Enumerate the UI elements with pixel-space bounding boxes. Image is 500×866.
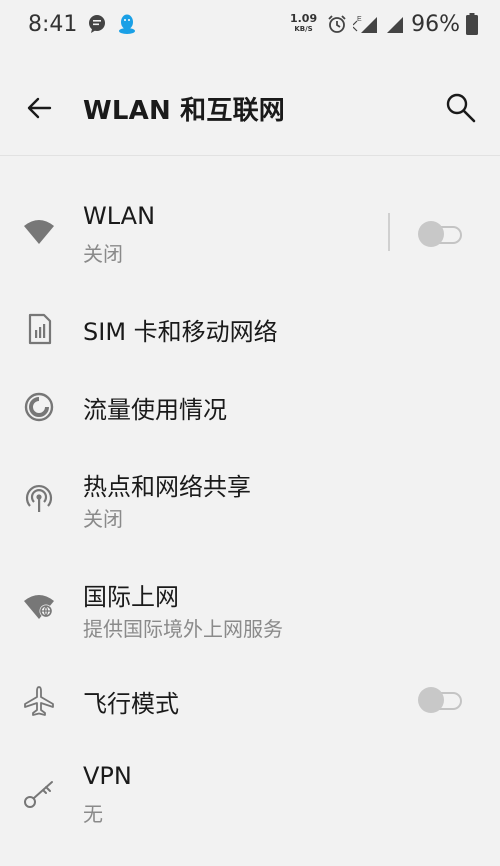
vpn-label: VPN bbox=[83, 762, 132, 790]
vpn-key-icon bbox=[24, 781, 53, 808]
international-desc: 提供国际境外上网服务 bbox=[83, 617, 283, 641]
battery-percent: 96% bbox=[411, 11, 460, 37]
signal-1-icon: E bbox=[353, 16, 378, 33]
setting-item-sim[interactable]: SIM 卡和移动网络 bbox=[0, 300, 500, 360]
network-speed: 1.09 KB/S bbox=[289, 12, 318, 33]
page-title: WLAN 和互联网 bbox=[83, 96, 285, 126]
setting-item-vpn[interactable]: VPN 无 bbox=[0, 750, 500, 838]
wlan-toggle[interactable] bbox=[418, 221, 464, 247]
wlan-divider bbox=[388, 213, 390, 251]
data-usage-label: 流量使用情况 bbox=[83, 396, 227, 424]
signal-2-icon bbox=[387, 17, 404, 33]
wlan-status: 关闭 bbox=[83, 242, 123, 266]
data-usage-icon bbox=[24, 392, 54, 422]
battery-icon bbox=[466, 13, 478, 35]
network-type-text: E bbox=[357, 16, 362, 23]
global-wifi-icon bbox=[24, 595, 54, 619]
hotspot-label: 热点和网络共享 bbox=[83, 473, 251, 501]
airplane-label: 飞行模式 bbox=[83, 690, 179, 718]
status-bar: 8:41 1.09 KB/S E 96% bbox=[0, 0, 500, 48]
international-label: 国际上网 bbox=[83, 583, 179, 611]
wifi-icon bbox=[24, 220, 54, 244]
hotspot-status: 关闭 bbox=[83, 507, 123, 531]
setting-item-international[interactable]: 国际上网 提供国际境外上网服务 bbox=[0, 565, 500, 653]
alarm-icon bbox=[328, 15, 346, 33]
status-time: 8:41 bbox=[28, 11, 78, 37]
airplane-toggle[interactable] bbox=[418, 687, 464, 713]
sim-card-icon bbox=[28, 313, 52, 345]
search-icon[interactable] bbox=[443, 90, 479, 126]
wlan-label: WLAN bbox=[83, 202, 156, 230]
sim-label: SIM 卡和移动网络 bbox=[83, 318, 278, 346]
app-bar: WLAN 和互联网 bbox=[0, 60, 500, 156]
qq-notification-icon bbox=[119, 14, 136, 34]
hotspot-icon bbox=[25, 484, 53, 512]
setting-item-data-usage[interactable]: 流量使用情况 bbox=[0, 378, 500, 438]
back-arrow-icon[interactable] bbox=[22, 90, 58, 126]
chat-notification-icon bbox=[89, 15, 106, 33]
setting-item-hotspot[interactable]: 热点和网络共享 关闭 bbox=[0, 455, 500, 543]
vpn-status: 无 bbox=[83, 802, 103, 826]
airplane-icon bbox=[24, 686, 54, 716]
